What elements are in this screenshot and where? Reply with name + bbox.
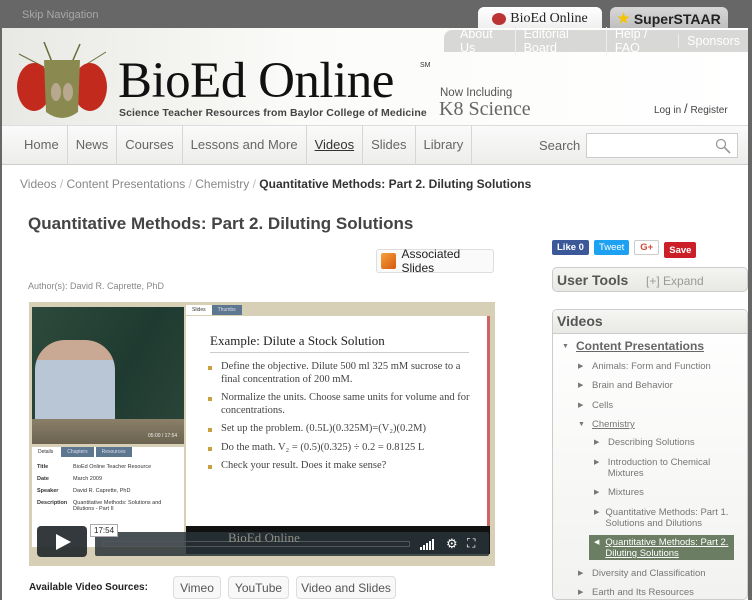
social-buttons: Like 0 Tweet G+ Save (552, 236, 697, 258)
slide-bullet: Normalize the units. Choose same units f… (208, 392, 470, 417)
volume-icon[interactable] (420, 539, 434, 550)
nav-lessons[interactable]: Lessons and More (181, 125, 306, 165)
tab-thumbs[interactable]: Thumbs (211, 305, 242, 315)
tree-content-presentations[interactable]: ▼ Content Presentations (562, 340, 704, 352)
tree-item[interactable]: ▶ Animals: Form and Function (578, 361, 711, 372)
caret-right-icon: ▶ (578, 402, 584, 409)
login-link[interactable]: Log in (654, 105, 681, 116)
video-and-slides-button[interactable]: Video and Slides (296, 576, 396, 599)
breadcrumb-chemistry[interactable]: Chemistry (195, 177, 249, 191)
breadcrumb-content-presentations[interactable]: Content Presentations (67, 177, 186, 191)
breadcrumb-videos[interactable]: Videos (20, 177, 56, 191)
tab-chapters[interactable]: Chapters (61, 447, 94, 457)
youtube-button[interactable]: YouTube (228, 576, 289, 599)
login-register: Log in / Register (654, 101, 728, 116)
tree-item-current[interactable]: ◀ Quantitative Methods: Part 2. Diluting … (594, 537, 739, 559)
nav-library[interactable]: Library (414, 125, 473, 165)
caret-left-icon: ◀ (594, 539, 600, 546)
gear-icon[interactable]: ⚙ (446, 536, 458, 552)
slide-tabs: Slides Thumbs (186, 305, 242, 315)
search-icon[interactable] (715, 138, 731, 154)
caret-right-icon: ▶ (578, 382, 584, 389)
detail-row: Date March 2009 (37, 476, 103, 482)
play-icon (56, 534, 71, 550)
available-sources-label: Available Video Sources: (29, 582, 148, 593)
caret-right-icon: ▶ (578, 589, 584, 596)
tree-item[interactable]: ▶ Cells (578, 400, 613, 411)
detail-row: Description Quantitative Methods: Solutio… (37, 500, 162, 512)
caret-right-icon: ▶ (594, 489, 600, 496)
fly-logo-icon[interactable] (14, 42, 110, 124)
google-plus-button[interactable]: G+ (634, 239, 660, 255)
slide-bullet: Do the math. V₂ = (0.5)(0.325) ÷ 0.2 = 0… (208, 442, 470, 455)
slide-footer-text: BioEd Online (228, 530, 300, 545)
author: Author(s): David R. Caprette, PhD (28, 281, 165, 291)
detail-row: Title BioEd Online Teacher Resource (37, 464, 152, 470)
tagline: Science Teacher Resources from Baylor Co… (119, 107, 427, 119)
tree-item[interactable]: ▶ Describing Solutions (594, 437, 695, 448)
caret-right-icon: ▶ (594, 509, 600, 516)
breadcrumb-current: Quantitative Methods: Part 2. Diluting S… (259, 177, 532, 191)
slides-icon (381, 253, 397, 269)
editorial-board-link[interactable]: Editorial Board (514, 27, 606, 55)
user-tools-title: User Tools (557, 272, 629, 288)
pinterest-save-button[interactable]: Save (664, 242, 697, 258)
top-links: About Us Editorial Board Help / FAQ Spon… (444, 27, 748, 55)
help-faq-link[interactable]: Help / FAQ (605, 27, 678, 55)
tree-item[interactable]: ▶ Introduction to Chemical Mixtures (594, 457, 744, 479)
tweet-button[interactable]: Tweet (593, 239, 630, 255)
nav-news[interactable]: News (66, 125, 117, 165)
caret-right-icon: ▶ (578, 570, 584, 577)
details-tabs: Details Chapters Resources (32, 447, 134, 457)
tree-item[interactable]: ▶ Brain and Behavior (578, 380, 673, 391)
tree-item[interactable]: ▶ Earth and Its Resources (578, 587, 694, 598)
associated-slides-button[interactable]: Associated Slides (376, 247, 494, 275)
tab-slides[interactable]: Slides (186, 305, 212, 315)
skip-navigation-link[interactable]: Skip Navigation (22, 9, 98, 21)
duration-label: 17:54 (90, 524, 119, 537)
facebook-like-button[interactable]: Like 0 (552, 239, 589, 255)
site-logo-text[interactable]: BioEd Online (118, 56, 394, 107)
caret-down-icon: ▼ (578, 421, 585, 428)
caret-down-icon: ▼ (562, 343, 569, 350)
sponsors-link[interactable]: Sponsors (678, 34, 748, 48)
caret-right-icon: ▶ (594, 439, 600, 446)
slide-bullet: Check your result. Does it make sense? (208, 460, 470, 473)
nav-videos[interactable]: Videos (305, 125, 363, 165)
tree-item-chemistry[interactable]: ▼ Chemistry (578, 419, 635, 430)
videos-nav-title: Videos (557, 313, 603, 329)
nav-home[interactable]: Home (16, 125, 67, 165)
service-mark: SM (420, 62, 431, 69)
fullscreen-icon[interactable]: ⛶ (467, 536, 475, 551)
inner-video-controls[interactable] (32, 419, 184, 444)
tree-item[interactable]: ▶ Quantitative Methods: Part 1. Solutions… (594, 507, 744, 529)
k8-science-link[interactable]: K8 Science (439, 98, 531, 121)
caret-right-icon: ▶ (578, 363, 584, 370)
vimeo-button[interactable]: Vimeo (173, 576, 221, 599)
slide-bullets: Define the objective. Dilute 500 ml 325 … (208, 361, 470, 479)
detail-row: Speaker David R. Caprette, PhD (37, 488, 131, 494)
slide-title: Example: Dilute a Stock Solution (210, 333, 469, 353)
slide-bullet: Set up the problem. (0.5L)(0.325M)=(V₂)(… (208, 423, 470, 436)
nav-courses[interactable]: Courses (116, 125, 181, 165)
lecturer-figure (35, 340, 115, 419)
star-icon: ★ (617, 10, 630, 26)
tab-resources[interactable]: Resources (95, 447, 132, 457)
tree-item[interactable]: ▶ Mixtures (594, 487, 644, 498)
tree-item[interactable]: ▶ Diversity and Classification (578, 568, 706, 579)
about-us-link[interactable]: About Us (444, 27, 515, 55)
search-label: Search (539, 138, 581, 153)
caret-right-icon: ▶ (594, 459, 600, 466)
page-title: Quantitative Methods: Part 2. Diluting S… (28, 214, 414, 233)
nav-slides[interactable]: Slides (362, 125, 414, 165)
inner-video-time: 05:00 / 17:54 (148, 433, 178, 439)
user-tools-expand[interactable]: [+] Expand (646, 274, 704, 288)
nav-items: Home News Courses Lessons and More Video… (16, 125, 473, 165)
fly-icon (492, 12, 507, 25)
register-link[interactable]: Register (690, 105, 727, 116)
tab-details[interactable]: Details (32, 447, 60, 457)
breadcrumb: Videos / Content Presentations / Chemist… (20, 177, 532, 191)
slide-bullet: Define the objective. Dilute 500 ml 325 … (208, 361, 470, 386)
